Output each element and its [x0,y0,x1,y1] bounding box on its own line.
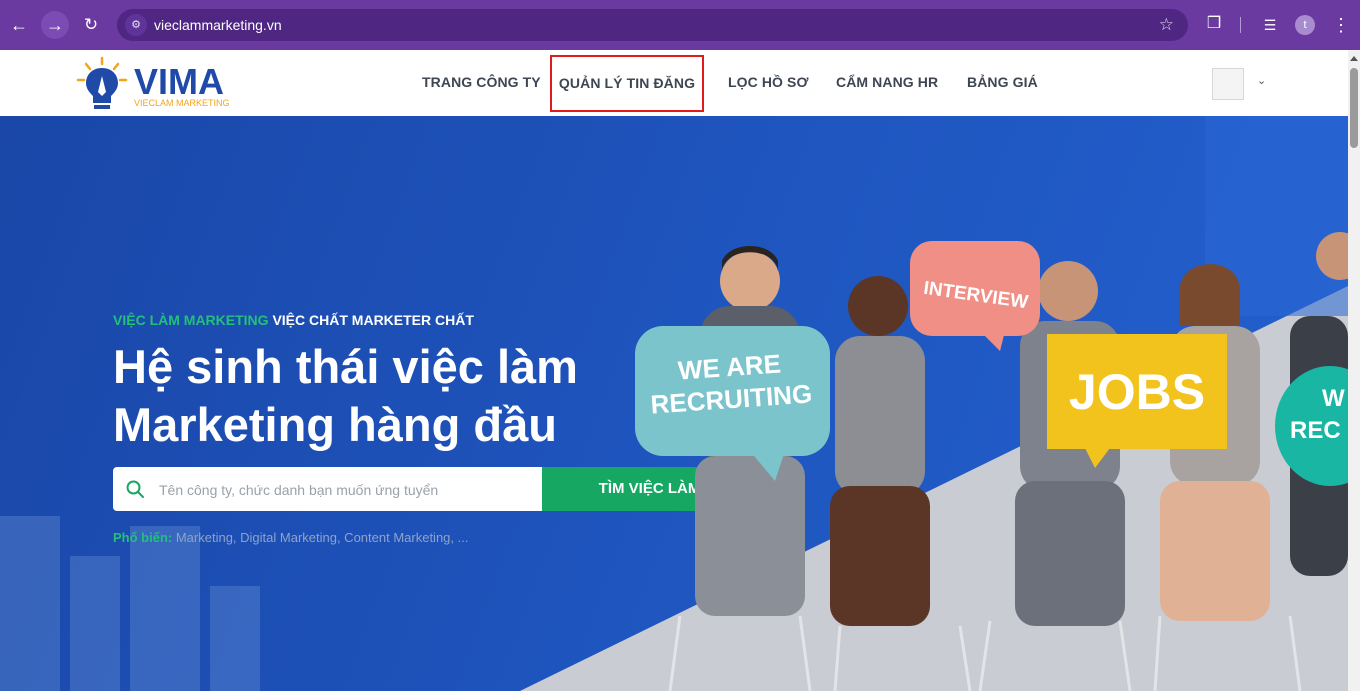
user-avatar[interactable] [1212,68,1244,100]
job-search-input[interactable] [157,467,541,513]
chevron-down-icon[interactable]: ⌄ [1257,74,1266,87]
toolbar-divider [1240,17,1241,33]
nav-pricing[interactable]: BẢNG GIÁ [967,74,1038,90]
logo-name: VIMA [134,61,224,102]
eyebrow-green: VIỆC LÀM MARKETING [113,312,269,328]
media-icon[interactable]: ☰ [1260,15,1280,35]
nav-manage-posts[interactable]: QUẢN LÝ TIN ĐĂNG [550,55,704,112]
search-icon [126,480,144,498]
hero-banner: VIỆC LÀM MARKETING VIỆC CHẤT MARKETER CH… [0,116,1348,691]
url-text[interactable]: vieclammarketing.vn [154,17,282,33]
job-search-box [113,467,543,513]
profile-avatar[interactable]: t [1295,15,1315,35]
back-arrow-icon[interactable]: ← [5,11,33,39]
forward-arrow-icon[interactable]: → [41,11,69,39]
reload-icon[interactable]: ↻ [77,11,105,39]
star-icon[interactable]: ☆ [1159,15,1174,35]
popular-tags[interactable]: Marketing, Digital Marketing, Content Ma… [176,530,469,545]
hero-title-line-1: Hệ sinh thái việc làm [113,340,578,393]
hero-title-line-2: Marketing hàng đầu [113,398,557,451]
site-info-icon[interactable]: ⚙ [125,14,147,36]
sign-partial-w: W [1322,385,1345,412]
logo-tagline: VIECLAM MARKETING [134,98,230,108]
sign-jobs: JOBS [1069,364,1205,420]
address-bar[interactable]: ⚙ vieclammarketing.vn ☆ [117,9,1188,41]
browser-toolbar: ← → ↻ ⚙ vieclammarketing.vn ☆ ❒ ☰ t ⋮ [0,0,1360,50]
popular-label: Phổ biến: [113,530,173,545]
hero-title: Hệ sinh thái việc làm Marketing hàng đầu [113,338,633,454]
hero-eyebrow: VIỆC LÀM MARKETING VIỆC CHẤT MARKETER CH… [113,312,474,328]
vima-logo[interactable]: VIMA VIECLAM MARKETING [74,56,244,112]
nav-hr-handbook[interactable]: CẨM NANG HR [836,74,938,90]
site-header: VIMA VIECLAM MARKETING TRANG CÔNG TY QUẢ… [0,50,1348,116]
sign-partial-rec: REC [1290,417,1341,444]
eyebrow-white: VIỆC CHẤT MARKETER CHẤT [272,312,474,328]
extensions-icon[interactable]: ❒ [1205,15,1223,33]
page-scrollbar[interactable] [1348,50,1360,691]
popular-keywords: Phổ biến: Marketing, Digital Marketing, … [113,530,468,545]
city-buildings-image [0,516,260,691]
nav-company-page[interactable]: TRANG CÔNG TY [422,74,541,90]
scroll-up-arrow-icon[interactable] [1350,56,1358,61]
nav-filter-cv[interactable]: LỌC HỒ SƠ [728,74,809,90]
scroll-thumb[interactable] [1350,68,1358,148]
recruiting-people-illustration: WE ARE RECRUITING INTERVIEW JOBS W REC [635,232,1348,691]
more-icon[interactable]: ⋮ [1332,13,1350,37]
